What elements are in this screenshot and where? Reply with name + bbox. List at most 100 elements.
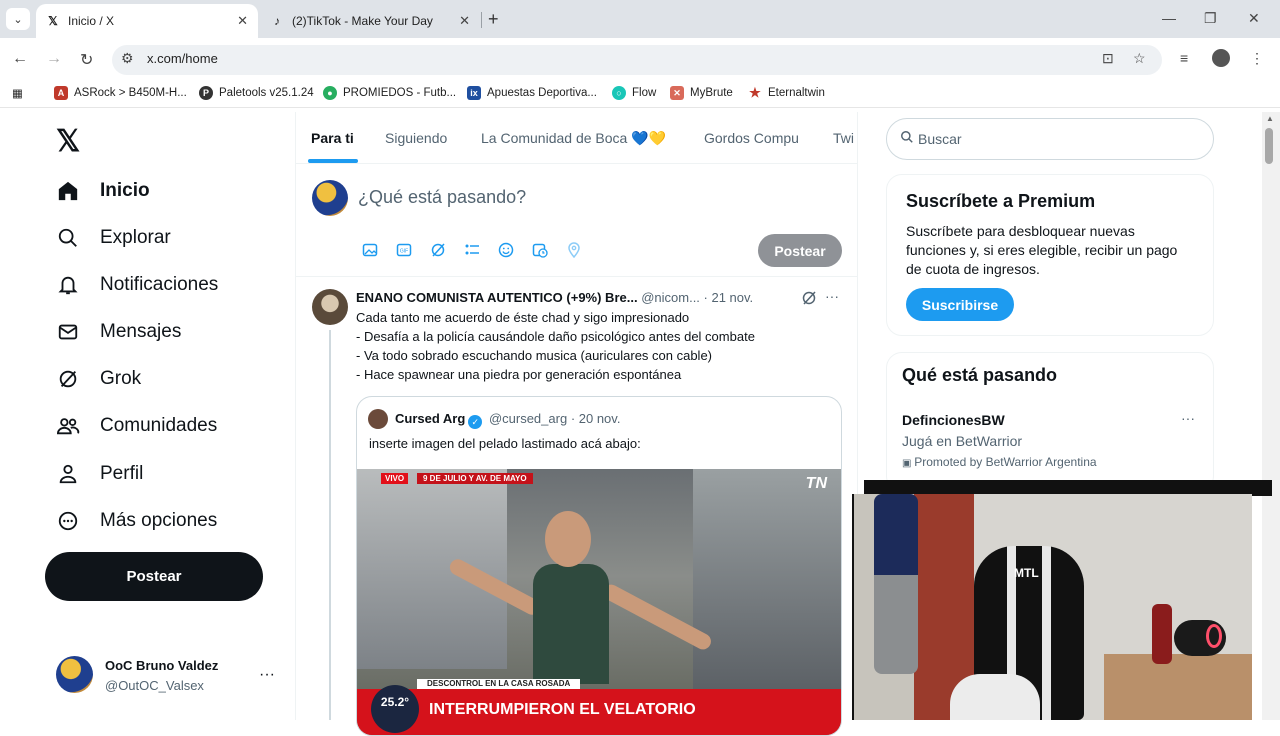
sidebar-item-label: Grok	[100, 368, 142, 389]
emoji-icon[interactable]	[496, 241, 516, 259]
quote-author-name[interactable]: Cursed Arg	[395, 411, 465, 426]
account-more-icon[interactable]: ···	[259, 666, 275, 684]
search-placeholder[interactable]: Buscar	[918, 131, 962, 147]
account-avatar[interactable]	[56, 656, 93, 693]
forward-icon[interactable]: →	[46, 50, 62, 68]
bookmark-paletools[interactable]: P Paletools v25.1.24	[199, 86, 314, 100]
browser-menu-icon[interactable]: ⋮	[1250, 50, 1264, 67]
reload-icon[interactable]: ↻	[80, 50, 93, 70]
quote-media-image[interactable]: VIVO 9 DE JULIO Y AV. DE MAYO TN DESCONT…	[357, 469, 841, 735]
sidebar-item-label: Explorar	[100, 227, 171, 248]
tab-twi[interactable]: Twi	[833, 130, 857, 146]
tab-gordos-compu[interactable]: Gordos Compu	[704, 130, 799, 146]
profile-avatar[interactable]	[1212, 49, 1230, 67]
new-tab-icon[interactable]: +	[488, 9, 499, 30]
post-button[interactable]: Postear	[45, 552, 263, 601]
restore-icon[interactable]: ❐	[1204, 10, 1217, 27]
compose-post-button[interactable]: Postear	[758, 234, 842, 267]
x-logo[interactable]: 𝕏	[56, 124, 80, 159]
x-favicon: 𝕏	[48, 14, 58, 28]
poll-icon[interactable]	[462, 241, 482, 259]
media-control-icon[interactable]: ≡	[1180, 50, 1188, 66]
tweet-date[interactable]: · 21 nov.	[704, 290, 754, 305]
quote-avatar[interactable]	[368, 409, 388, 429]
gif-icon[interactable]: GIF	[394, 241, 414, 259]
bookmark-label: PROMIEDOS - Futb...	[343, 87, 457, 99]
media-background	[693, 469, 841, 689]
media-figure	[545, 511, 591, 567]
trend-promoted: ▣ Promoted by BetWarrior Argentina	[902, 455, 1097, 469]
bookmark-icon: ★	[749, 85, 761, 100]
tab-x-home[interactable]: 𝕏 Inicio / X ✕	[36, 4, 258, 38]
sidebar-item-label: Comunidades	[100, 415, 218, 436]
sidebar-item-inicio[interactable]: Inicio	[56, 176, 150, 206]
bookmark-label: Flow	[632, 87, 657, 99]
bookmark-label: Paletools v25.1.24	[219, 87, 314, 99]
sidebar-item-label: Notificaciones	[100, 274, 219, 295]
trend-subtitle[interactable]: Jugá en BetWarrior	[902, 433, 1022, 449]
quote-date[interactable]: · 20 nov.	[571, 411, 621, 426]
bookmark-star-icon[interactable]: ☆	[1133, 50, 1146, 67]
minimize-icon[interactable]: —	[1162, 10, 1176, 26]
page-scrollbar[interactable]	[1262, 112, 1280, 720]
grok-compose-icon[interactable]	[428, 241, 448, 259]
tweet-author-name[interactable]: ENANO COMUNISTA AUTENTICO (+9%) Bre...	[356, 290, 638, 305]
tab-search-button[interactable]: ⌄	[6, 8, 30, 30]
bookmark-asrock[interactable]: A ASRock > B450M-H...	[54, 86, 187, 100]
schedule-icon[interactable]	[530, 241, 550, 259]
cam-pillow	[950, 674, 1040, 720]
sidebar-item-comunidades[interactable]: Comunidades	[56, 411, 217, 441]
back-icon[interactable]: ←	[12, 50, 28, 68]
location-icon[interactable]	[564, 241, 584, 259]
quote-author-handle[interactable]: @cursed_arg	[489, 411, 567, 426]
cam-chair-label: MTL	[1014, 566, 1039, 580]
tab-siguiendo[interactable]: Siguiendo	[385, 130, 447, 146]
tweet-text-line: - Desafía a la policía causándole daño p…	[356, 329, 755, 344]
sidebar-item-explorar[interactable]: Explorar	[56, 223, 171, 253]
premium-text-line: Suscríbete para desbloquear nuevas	[906, 223, 1135, 239]
sidebar-item-grok[interactable]: Grok	[56, 364, 141, 394]
grok-explain-icon[interactable]	[801, 290, 817, 306]
close-icon[interactable]: ✕	[237, 13, 248, 29]
home-icon	[56, 179, 80, 203]
scroll-up-icon[interactable]: ▲	[1266, 114, 1274, 123]
url-field[interactable]: x.com/home	[147, 51, 218, 66]
install-app-icon[interactable]: ⊡	[1102, 50, 1114, 67]
tweet-more-icon[interactable]: ···	[825, 288, 839, 304]
scrollbar-thumb[interactable]	[1265, 128, 1273, 164]
apps-grid-icon[interactable]: ▦	[12, 86, 23, 100]
omnibox[interactable]	[112, 45, 1162, 75]
compose-input[interactable]: ¿Qué está pasando?	[358, 187, 526, 208]
compose-avatar[interactable]	[312, 180, 348, 216]
sidebar-item-perfil[interactable]: Perfil	[56, 459, 143, 489]
verified-badge-icon: ✓	[468, 415, 483, 429]
subscribe-button[interactable]: Suscribirse	[906, 288, 1014, 321]
image-icon[interactable]	[360, 241, 380, 259]
tab-para-ti[interactable]: Para ti	[311, 130, 354, 146]
tab-comunidad-boca[interactable]: La Comunidad de Boca 💙💛	[481, 130, 666, 147]
tweet-avatar[interactable]	[312, 289, 348, 325]
account-name[interactable]: OoC Bruno Valdez	[105, 658, 218, 673]
bookmark-mybrute[interactable]: ✕ MyBrute	[670, 86, 733, 100]
bookmark-promiedos[interactable]: ● PROMIEDOS - Futb...	[323, 86, 456, 100]
close-icon[interactable]: ✕	[459, 13, 470, 29]
tweet-author-handle[interactable]: @nicom...	[641, 290, 700, 305]
window-close-icon[interactable]: ✕	[1248, 10, 1260, 27]
account-handle[interactable]: @OutOC_Valsex	[105, 678, 204, 693]
search-icon	[900, 130, 914, 144]
site-info-icon[interactable]: ⚙	[121, 50, 134, 67]
compose-divider	[296, 276, 857, 277]
sidebar-item-mas-opciones[interactable]: Más opciones	[56, 506, 217, 536]
quoted-tweet[interactable]: Cursed Arg ✓ @cursed_arg · 20 nov. insert…	[356, 396, 842, 736]
sidebar-item-mensajes[interactable]: Mensajes	[56, 317, 181, 347]
sidebar-item-notificaciones[interactable]: Notificaciones	[56, 270, 218, 300]
bookmark-eternaltwin[interactable]: ★ Eternaltwin	[748, 85, 825, 100]
tab-tiktok[interactable]: ♪ (2)TikTok - Make Your Day ✕	[260, 4, 480, 38]
bookmark-flow[interactable]: ○ Flow	[612, 86, 656, 100]
media-background	[357, 469, 507, 669]
trend-more-icon[interactable]: ···	[1181, 410, 1195, 426]
trend-name[interactable]: DefincionesBW	[902, 412, 1005, 428]
bookmark-apuestas[interactable]: ix Apuestas Deportiva...	[467, 86, 597, 100]
bookmark-label: ASRock > B450M-H...	[74, 87, 187, 99]
tiktok-favicon: ♪	[274, 14, 280, 28]
